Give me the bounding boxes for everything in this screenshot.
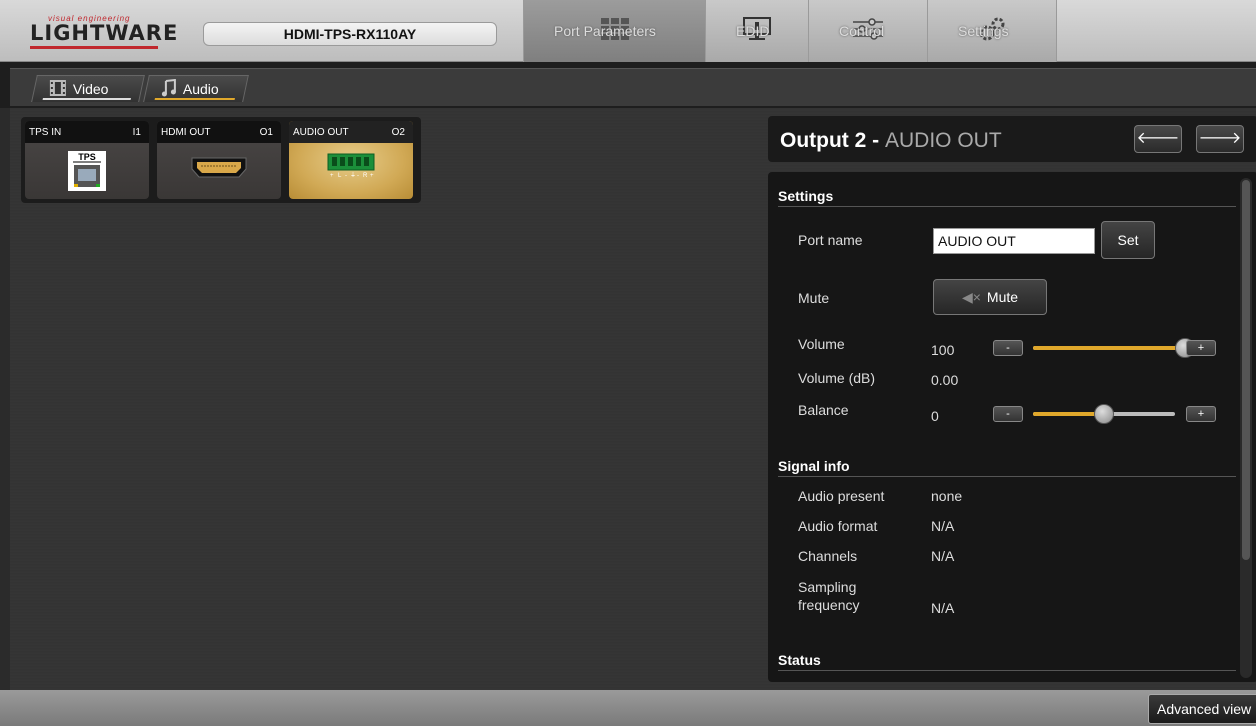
volume-slider-fill xyxy=(1033,346,1185,350)
svg-text:R: R xyxy=(363,173,368,179)
scrollbar-thumb[interactable] xyxy=(1242,180,1250,560)
port-name-label: Port name xyxy=(798,232,863,248)
svg-text:⏚: ⏚ xyxy=(350,172,356,179)
previous-port-button[interactable]: 🡐 xyxy=(1134,125,1182,153)
tab-settings[interactable]: Settings xyxy=(927,0,1057,62)
port-list: TPS IN I1 TPS HDMI OUT O1 AUDIO OUT O2 +… xyxy=(21,117,421,203)
logo-text: LIGHTWARE xyxy=(30,21,179,45)
lightware-logo: visual engineering LIGHTWARE xyxy=(30,14,177,49)
output-panel-body: Settings Port name Set Mute ◀× Mute Volum… xyxy=(768,172,1256,682)
sampling-frequency-value: N/A xyxy=(931,600,955,616)
port-id: O1 xyxy=(259,127,273,138)
tps-connector-label: TPS xyxy=(78,152,96,162)
balance-label: Balance xyxy=(798,402,849,418)
port-name: HDMI OUT xyxy=(161,127,211,138)
hdmi-connector-icon xyxy=(191,157,247,184)
svg-text:+: + xyxy=(370,173,374,179)
tps-connector-icon: TPS xyxy=(68,151,106,196)
svg-text:-: - xyxy=(357,173,359,179)
panel-scrollbar[interactable] xyxy=(1240,178,1252,678)
settings-section-title: Settings xyxy=(778,188,834,204)
tab-label: Control xyxy=(839,23,885,39)
volume-label: Volume xyxy=(798,336,845,352)
volume-db-label: Volume (dB) xyxy=(798,370,876,386)
port-name: TPS IN xyxy=(29,127,62,138)
tab-control[interactable]: Control xyxy=(808,0,927,62)
device-name-label: HDMI-TPS-RX110AY xyxy=(203,22,497,46)
tab-audio-label: Audio xyxy=(182,81,219,97)
balance-slider[interactable] xyxy=(1033,404,1175,424)
port-audio-out[interactable]: AUDIO OUT O2 + L - ⏚ - R + xyxy=(289,121,413,199)
tab-edid[interactable]: EDID xyxy=(705,0,808,62)
port-hdmi-out[interactable]: HDMI OUT O1 xyxy=(157,121,281,199)
arrow-right-icon: 🡒 xyxy=(1198,130,1242,147)
tab-port-parameters[interactable]: Port Parameters xyxy=(523,0,705,62)
svg-text:+: + xyxy=(330,173,334,179)
port-id: O2 xyxy=(391,127,405,138)
audio-format-value: N/A xyxy=(931,518,955,534)
arrow-left-icon: 🡐 xyxy=(1136,130,1180,147)
tab-label: Settings xyxy=(958,23,1009,39)
main-area: TPS IN I1 TPS HDMI OUT O1 AUDIO OUT O2 +… xyxy=(10,108,1256,690)
top-bar: visual engineering LIGHTWARE HDMI-TPS-RX… xyxy=(0,0,1256,62)
balance-value: 0 xyxy=(931,408,939,424)
tab-label: Port Parameters xyxy=(554,23,656,39)
tab-video-label: Video xyxy=(72,81,109,97)
mute-button-label: Mute xyxy=(986,289,1019,305)
port-tps-in[interactable]: TPS IN I1 TPS xyxy=(25,121,149,199)
sampling-frequency-label: Sampling frequency xyxy=(798,579,860,613)
bottom-bar: Advanced view xyxy=(0,690,1256,726)
svg-text:L: L xyxy=(338,173,342,179)
volume-increase-button[interactable]: + xyxy=(1186,340,1216,356)
tab-label: EDID xyxy=(736,23,770,39)
sub-tab-bar: Video Audio xyxy=(0,62,1256,108)
volume-slider[interactable] xyxy=(1033,338,1195,358)
audio-present-label: Audio present xyxy=(798,488,885,504)
output-panel-header: Output 2 - AUDIO OUT 🡐 🡒 xyxy=(768,116,1256,162)
logo-underline xyxy=(30,46,158,49)
next-port-button[interactable]: 🡒 xyxy=(1196,125,1244,153)
tab-audio[interactable]: Audio xyxy=(143,75,249,102)
balance-decrease-button[interactable]: - xyxy=(993,406,1023,422)
advanced-view-button[interactable]: Advanced view xyxy=(1148,694,1256,724)
tab-video[interactable]: Video xyxy=(31,75,145,102)
balance-increase-button[interactable]: + xyxy=(1186,406,1216,422)
signal-info-section-title: Signal info xyxy=(778,458,850,474)
panel-title: Output 2 - AUDIO OUT xyxy=(780,129,1002,152)
channels-label: Channels xyxy=(798,548,858,564)
port-name: AUDIO OUT xyxy=(293,127,349,138)
status-section-title: Status xyxy=(778,652,821,668)
speaker-mute-icon: ◀× xyxy=(961,289,981,305)
mute-label: Mute xyxy=(798,290,830,306)
volume-decrease-button[interactable]: - xyxy=(993,340,1023,356)
port-id: I1 xyxy=(132,127,141,138)
film-icon xyxy=(49,79,67,100)
set-button[interactable]: Set xyxy=(1101,221,1155,259)
svg-text:-: - xyxy=(345,173,347,179)
audio-format-label: Audio format xyxy=(798,518,878,534)
channels-value: N/A xyxy=(931,548,955,564)
audio-terminal-icon: + L - ⏚ - R + xyxy=(326,153,376,184)
volume-value: 100 xyxy=(931,342,955,358)
music-note-icon xyxy=(161,78,177,100)
balance-slider-handle[interactable] xyxy=(1094,404,1114,424)
volume-db-value: 0.00 xyxy=(931,372,959,388)
mute-button[interactable]: ◀× Mute xyxy=(933,279,1047,315)
panel-subtitle: AUDIO OUT xyxy=(884,129,1002,152)
port-name-input[interactable] xyxy=(933,228,1095,254)
audio-present-value: none xyxy=(931,488,963,504)
